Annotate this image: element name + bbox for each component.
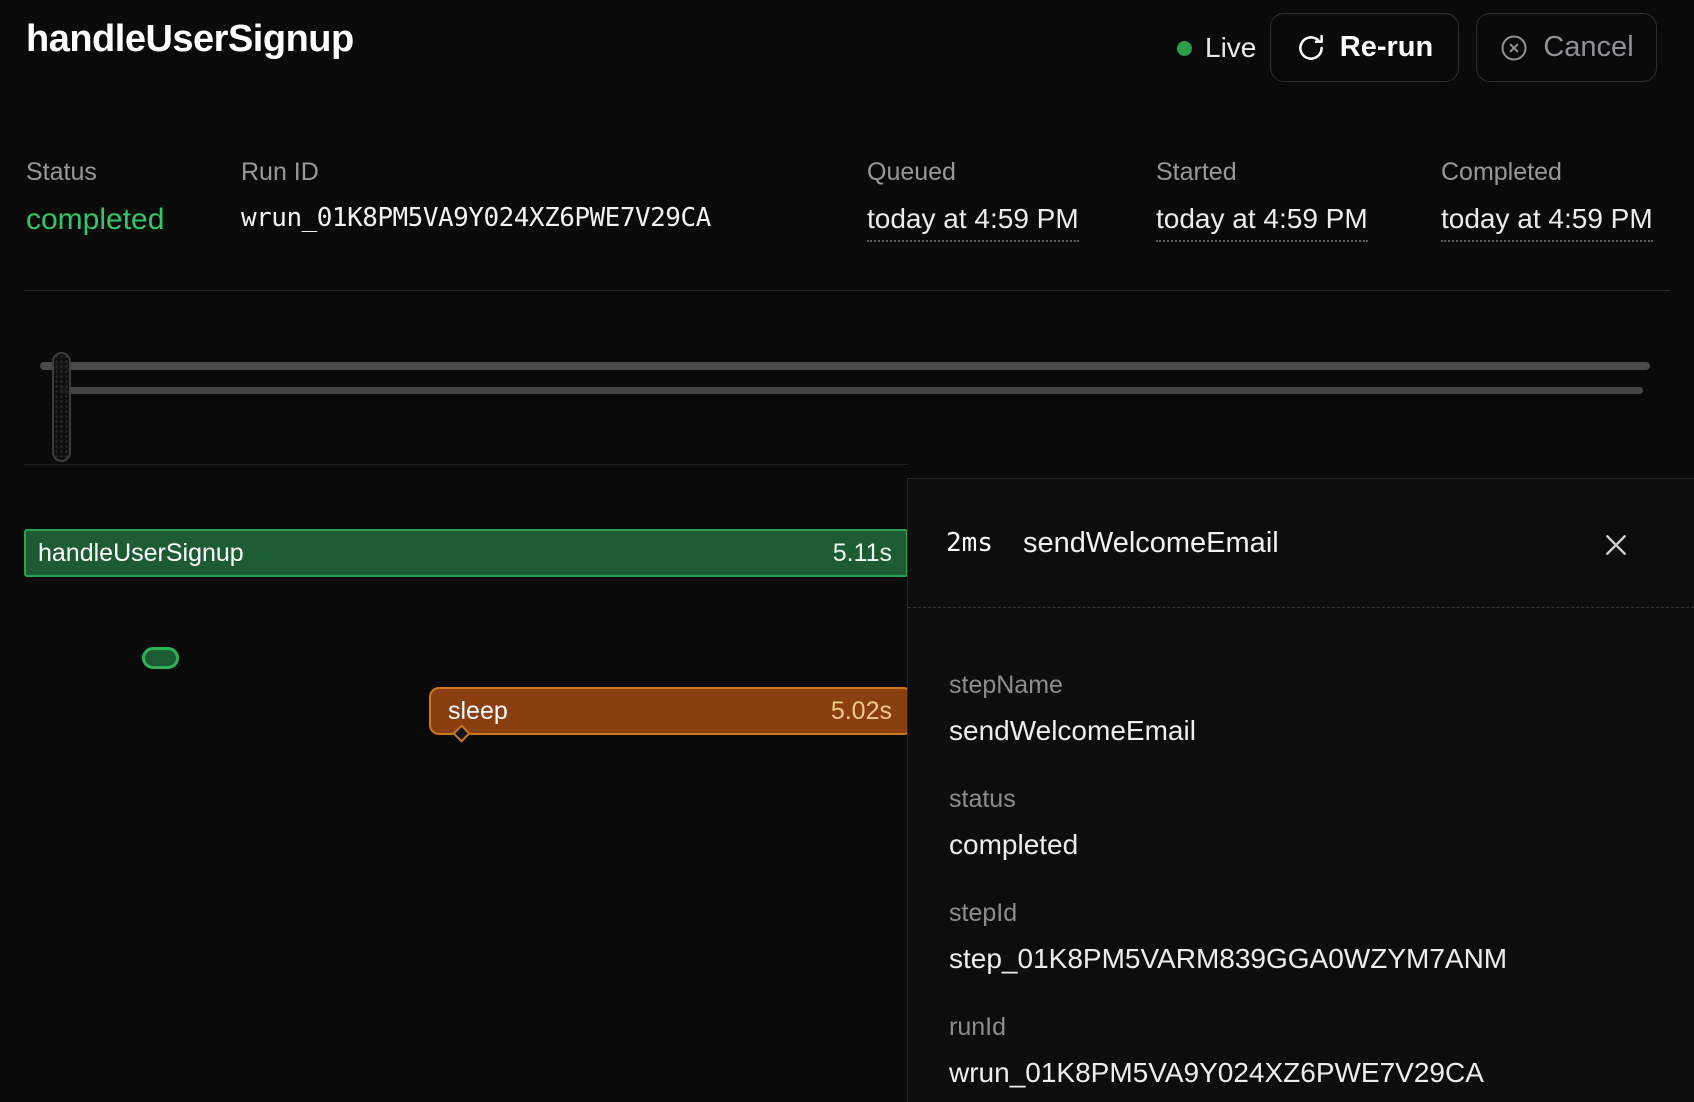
meta-completed: Completed today at 4:59 PM xyxy=(1441,158,1653,242)
cancel-button[interactable]: Cancel xyxy=(1476,13,1657,82)
meta-queued-value: today at 4:59 PM xyxy=(867,203,1079,242)
minimap-sleep-bar xyxy=(59,387,1643,394)
meta-run-id: Run ID wrun_01K8PM5VA9Y024XZ6PWE7V29CA xyxy=(241,158,711,233)
field-runId: runId wrun_01K8PM5VA9Y024XZ6PWE7V29CA xyxy=(949,1012,1654,1090)
step-detail-header: 2ms sendWelcomeEmail xyxy=(908,479,1694,608)
meta-run-id-value: wrun_01K8PM5VA9Y024XZ6PWE7V29CA xyxy=(241,203,711,233)
meta-status-value: completed xyxy=(26,203,164,237)
cancel-circle-icon xyxy=(1499,33,1529,63)
gantt-bar-label: sleep xyxy=(448,697,508,726)
gantt-row-separator xyxy=(24,464,908,465)
step-detail-fields: stepName sendWelcomeEmail status complet… xyxy=(908,608,1694,1090)
field-label: stepId xyxy=(949,898,1654,928)
gantt-bar-handleUserSignup[interactable]: handleUserSignup 5.11s xyxy=(24,529,908,577)
workflow-run-page: handleUserSignup Live Re-run Cancel Stat… xyxy=(0,0,1694,1102)
field-label: status xyxy=(949,784,1654,814)
gantt-bar-label: handleUserSignup xyxy=(38,539,244,568)
field-stepName: stepName sendWelcomeEmail xyxy=(949,670,1654,748)
meta-queued-label: Queued xyxy=(867,158,1079,187)
step-duration-badge: 2ms xyxy=(946,528,993,558)
field-status: status completed xyxy=(949,784,1654,862)
step-pill-marker[interactable] xyxy=(142,647,179,669)
gantt-bar-duration: 5.11s xyxy=(833,539,892,568)
field-value: sendWelcomeEmail xyxy=(949,713,1654,748)
live-label: Live xyxy=(1205,32,1256,64)
page-title: handleUserSignup xyxy=(26,18,354,61)
meta-completed-label: Completed xyxy=(1441,158,1653,187)
rerun-label: Re-run xyxy=(1340,31,1433,64)
header-divider xyxy=(24,290,1670,291)
field-label: runId xyxy=(949,1012,1654,1042)
meta-completed-value: today at 4:59 PM xyxy=(1441,203,1653,242)
close-panel-button[interactable] xyxy=(1600,529,1632,561)
meta-started-value: today at 4:59 PM xyxy=(1156,203,1368,242)
meta-started: Started today at 4:59 PM xyxy=(1156,158,1368,242)
meta-started-label: Started xyxy=(1156,158,1368,187)
field-value: completed xyxy=(949,827,1654,862)
gantt-bar-sleep[interactable]: sleep 5.02s xyxy=(429,687,913,735)
refresh-icon xyxy=(1296,33,1326,63)
gantt-bar-duration: 5.02s xyxy=(831,697,892,726)
live-dot-icon xyxy=(1177,41,1192,56)
rerun-button[interactable]: Re-run xyxy=(1270,13,1459,82)
close-x-icon xyxy=(1600,549,1632,564)
meta-status-label: Status xyxy=(26,158,164,187)
live-indicator: Live xyxy=(1177,30,1256,66)
field-value: step_01K8PM5VARM839GGA0WZYM7ANM xyxy=(949,941,1654,976)
step-detail-title: sendWelcomeEmail xyxy=(1023,527,1279,560)
cancel-label: Cancel xyxy=(1543,31,1633,64)
minimap-workflow-bar xyxy=(40,362,1650,370)
timeline-minimap[interactable] xyxy=(0,330,1694,465)
field-value: wrun_01K8PM5VA9Y024XZ6PWE7V29CA xyxy=(949,1055,1654,1090)
meta-run-id-label: Run ID xyxy=(241,158,711,187)
minimap-brush-handle[interactable] xyxy=(52,352,71,462)
field-label: stepName xyxy=(949,670,1654,700)
step-detail-panel: 2ms sendWelcomeEmail stepName sendWelcom… xyxy=(907,478,1694,1102)
meta-status: Status completed xyxy=(26,158,164,237)
meta-queued: Queued today at 4:59 PM xyxy=(867,158,1079,242)
field-stepId: stepId step_01K8PM5VARM839GGA0WZYM7ANM xyxy=(949,898,1654,976)
